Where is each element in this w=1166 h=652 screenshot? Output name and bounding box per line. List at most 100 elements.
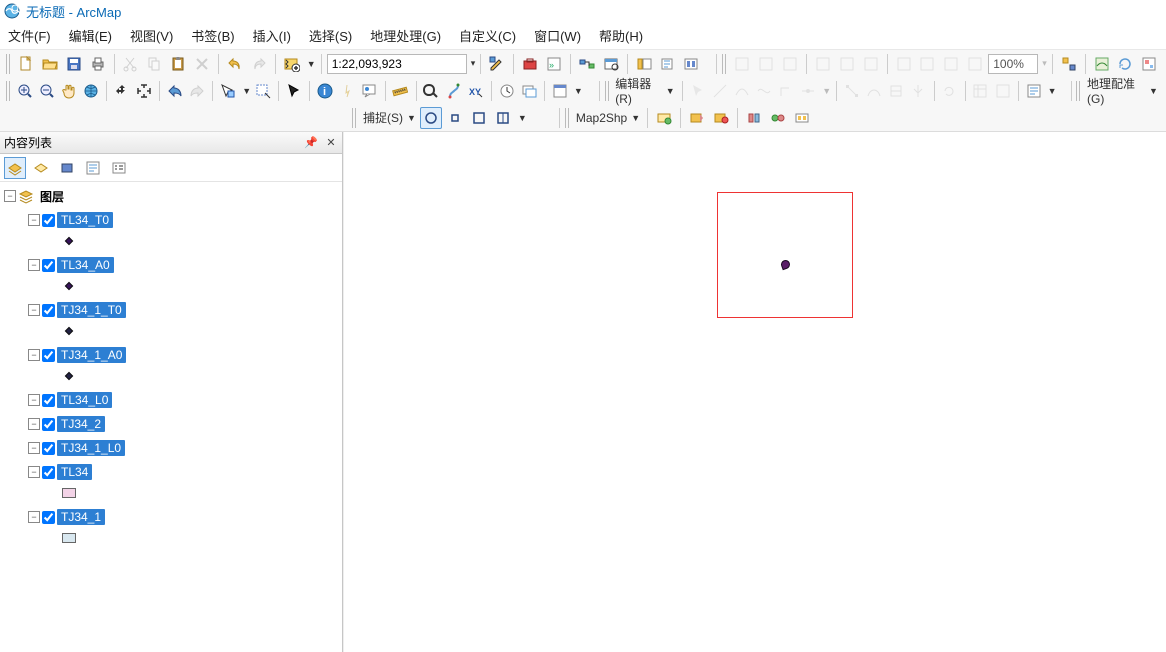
layer-name[interactable]: TJ34_1_T0	[57, 302, 126, 318]
find-icon[interactable]	[421, 80, 441, 102]
tree-expand[interactable]: −	[28, 418, 40, 430]
viewer-drop[interactable]: ▼	[574, 86, 583, 96]
full-extent-icon[interactable]	[81, 80, 101, 102]
snap-end-icon[interactable]	[444, 107, 466, 129]
tree-expand[interactable]: −	[28, 349, 40, 361]
layer-name[interactable]: TL34	[57, 464, 92, 480]
tree-expand[interactable]: −	[28, 442, 40, 454]
toolbar-grip[interactable]	[722, 54, 727, 74]
pan-icon[interactable]	[59, 80, 79, 102]
tree-expand[interactable]: −	[28, 214, 40, 226]
layer-name[interactable]: TJ34_1_A0	[57, 347, 126, 363]
layer-symbol[interactable]	[62, 533, 76, 543]
tree-expand[interactable]: −	[28, 304, 40, 316]
editor-menu[interactable]: 编辑器(R)▼	[613, 75, 676, 106]
editor-toolbar-icon[interactable]	[486, 53, 508, 75]
layer-name[interactable]: TL34_L0	[57, 392, 112, 408]
layout-tools-icon[interactable]	[1138, 53, 1160, 75]
hyperlink-icon[interactable]	[337, 80, 357, 102]
layer-symbol[interactable]	[65, 372, 73, 380]
snap-more-drop[interactable]: ▼	[518, 113, 527, 123]
new-doc-icon[interactable]	[15, 53, 37, 75]
tree-expand[interactable]: −	[28, 511, 40, 523]
m2s-tool5-icon[interactable]	[767, 107, 789, 129]
refresh-view-icon[interactable]	[1115, 53, 1137, 75]
tree-expand[interactable]: −	[28, 259, 40, 271]
find-route-icon[interactable]	[444, 80, 464, 102]
toc-list-by-selection-icon[interactable]	[82, 157, 104, 179]
layer-checkbox[interactable]	[42, 442, 55, 455]
tree-expand[interactable]: −	[28, 394, 40, 406]
model-builder-icon[interactable]	[576, 53, 598, 75]
layer-symbol[interactable]	[65, 237, 73, 245]
menu-selection[interactable]: 选择(S)	[309, 26, 352, 45]
snap-point-icon[interactable]	[420, 107, 442, 129]
snap-vertex-icon[interactable]	[468, 107, 490, 129]
toc-list-by-drawing-order-icon[interactable]	[4, 157, 26, 179]
table-window-icon[interactable]	[600, 53, 622, 75]
layer-name[interactable]: TL34_A0	[57, 257, 114, 273]
menu-help[interactable]: 帮助(H)	[599, 26, 643, 45]
menu-file[interactable]: 文件(F)	[8, 26, 51, 45]
html-popup-icon[interactable]	[359, 80, 379, 102]
add-data-drop[interactable]: ▼	[307, 59, 316, 69]
toolbox-icon[interactable]	[519, 53, 541, 75]
toc-options-icon[interactable]	[108, 157, 130, 179]
toolbar-grip[interactable]	[6, 81, 11, 101]
paste-icon[interactable]	[167, 53, 189, 75]
toc-root[interactable]: 图层	[36, 187, 68, 206]
georef-menu[interactable]: 地理配准(G)▼	[1085, 75, 1160, 106]
scale-combo[interactable]	[327, 54, 467, 74]
add-data-icon[interactable]	[281, 53, 303, 75]
tree-expand[interactable]: −	[28, 466, 40, 478]
toc-list-by-source-icon[interactable]	[30, 157, 52, 179]
toolbar-grip[interactable]	[352, 108, 357, 128]
delete-icon[interactable]	[191, 53, 213, 75]
layer-checkbox[interactable]	[42, 349, 55, 362]
time-slider-icon[interactable]	[497, 80, 517, 102]
layer-checkbox[interactable]	[42, 511, 55, 524]
toc-list-by-visibility-icon[interactable]	[56, 157, 78, 179]
create-viewer-icon[interactable]	[519, 80, 539, 102]
menu-view[interactable]: 视图(V)	[130, 26, 173, 45]
menu-edit[interactable]: 编辑(E)	[69, 26, 112, 45]
m2s-tool1-icon[interactable]	[653, 107, 675, 129]
data-frame-tools-icon[interactable]	[1058, 53, 1080, 75]
fixed-zoom-out-icon[interactable]	[134, 80, 154, 102]
close-icon[interactable]: ✕	[324, 136, 338, 150]
create-features-icon[interactable]	[1024, 80, 1044, 102]
menu-insert[interactable]: 插入(I)	[253, 26, 291, 45]
python-icon[interactable]: »	[543, 53, 565, 75]
search-icon[interactable]	[657, 53, 679, 75]
layer-checkbox[interactable]	[42, 394, 55, 407]
prev-extent-icon[interactable]	[165, 80, 185, 102]
snap-menu[interactable]: 捕捉(S)▼	[361, 109, 418, 126]
create-features-drop[interactable]: ▼	[1048, 86, 1057, 96]
m2s-tool3-icon[interactable]	[710, 107, 732, 129]
layer-symbol[interactable]	[62, 488, 76, 498]
catalog-icon[interactable]	[633, 53, 655, 75]
tree-expand[interactable]: −	[4, 190, 16, 202]
measure-icon[interactable]	[390, 80, 410, 102]
save-icon[interactable]	[63, 53, 85, 75]
toolbar-grip[interactable]	[565, 108, 570, 128]
layer-name[interactable]: TJ34_2	[57, 416, 105, 432]
select-elements-icon[interactable]	[284, 80, 304, 102]
toolbar-grip[interactable]	[605, 81, 610, 101]
menu-geoprocessing[interactable]: 地理处理(G)	[370, 26, 441, 45]
undo-icon[interactable]	[224, 53, 246, 75]
next-extent-icon[interactable]	[187, 80, 207, 102]
m2s-tool6-icon[interactable]	[791, 107, 813, 129]
layer-name[interactable]: TL34_T0	[57, 212, 113, 228]
layer-checkbox[interactable]	[42, 214, 55, 227]
menu-windows[interactable]: 窗口(W)	[534, 26, 581, 45]
copy-icon[interactable]	[143, 53, 165, 75]
zoom-out-icon[interactable]	[37, 80, 57, 102]
menu-bookmarks[interactable]: 书签(B)	[191, 26, 234, 45]
layer-checkbox[interactable]	[42, 466, 55, 479]
select-features-icon[interactable]	[218, 80, 238, 102]
layer-name[interactable]: TJ34_1	[57, 509, 105, 525]
go-to-xy-icon[interactable]: XY	[466, 80, 486, 102]
scale-drop[interactable]: ▾	[471, 58, 476, 69]
menu-customize[interactable]: 自定义(C)	[459, 26, 516, 45]
